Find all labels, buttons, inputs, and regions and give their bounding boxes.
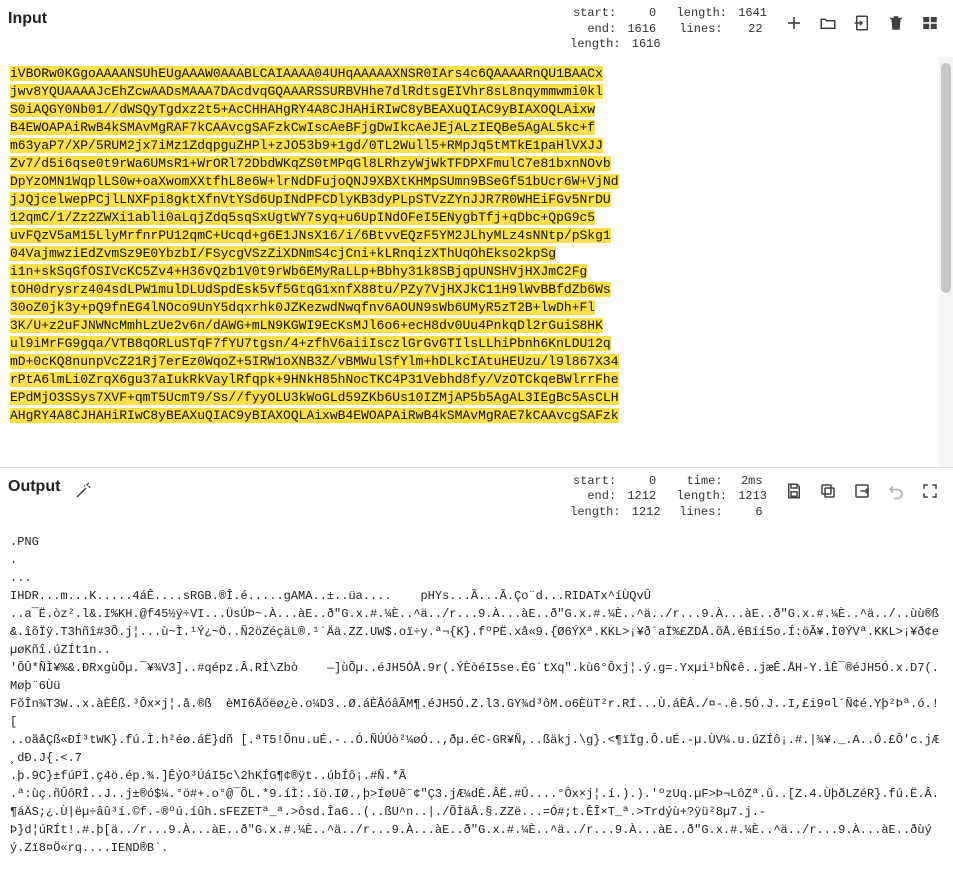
- save-icon: [785, 482, 803, 500]
- copy-button[interactable]: [813, 476, 843, 506]
- input-editor[interactable]: iVBORw0KGgoAAAANSUhEUgAAAW0AAABLCAIAAAA0…: [0, 57, 953, 467]
- open-folder-button[interactable]: [813, 8, 843, 38]
- input-line: jJQjcelwepPCjlLNXFpi8gktXfnVtYSd6UpINdPF…: [10, 191, 611, 209]
- file-import-icon: [853, 14, 871, 32]
- fullscreen-button[interactable]: [915, 476, 945, 506]
- input-title: Input: [8, 4, 47, 28]
- input-line: jwv8YQUAAAAJcEhZcwAADsMAAA7DAcdvqGQAAARS…: [10, 83, 603, 101]
- input-panel: Input start:0 end:1616 length:1616 lengt…: [0, 0, 953, 468]
- output-text: .PNG . ... IHDR...m...K.....4áÊ....sRGB.…: [10, 533, 943, 857]
- input-line: tOH0drysrz404sdLPW1mulDLUdSpdEsk5vf5GtqG…: [10, 281, 611, 299]
- input-line: iVBORw0KGgoAAAANSUhEUgAAAW0AAABLCAIAAAA0…: [10, 65, 603, 83]
- input-line: DpYzOMN1WqplLS0w+oaXwomXXtfhL8e6W+lrNdDF…: [10, 173, 619, 191]
- magic-wand-icon: [74, 482, 92, 500]
- input-line: AHgRY4A8CJHAHiRIwC8yBEAXuQIAC9yBIAXOQLAi…: [10, 407, 619, 425]
- output-stats: start:0 end:1212 length:1212 time:2ms le…: [570, 472, 767, 521]
- input-line: i1n+skSqGfOSIVcKC5Zv4+H36vQzb1V0t9rWb6EM…: [10, 263, 587, 281]
- grid-icon: [921, 14, 939, 32]
- input-line: ul9iMrFG9gqa/VTB8qORLuSTqF7fYU7tgsn/4+zf…: [10, 335, 611, 353]
- layout-button[interactable]: [915, 8, 945, 38]
- output-toolbar: [767, 472, 945, 506]
- input-line: S0iAQGY0Nb01//dWSQyTgdxz2t5+AcCHHAHgRY4A…: [10, 101, 595, 119]
- input-line: 04VajmwziEdZvmSz9E0YbzbI/FSycgVSzZiXDNmS…: [10, 245, 556, 263]
- input-line: B4EWOAPAiRwB4kSMAvMgRAF7kCAAvcgSAFzkCwIs…: [10, 119, 595, 137]
- input-toolbar: [767, 4, 945, 38]
- input-line: m63yaP7/XP/5RUM2jx7iMz1ZdqpguZHPl+zJO53b…: [10, 137, 603, 155]
- input-scrollbar-thumb[interactable]: [941, 63, 951, 293]
- output-viewer[interactable]: .PNG . ... IHDR...m...K.....4áÊ....sRGB.…: [0, 525, 953, 885]
- undo-button[interactable]: [881, 476, 911, 506]
- input-line: rPtA6lmLi0ZrqX6gu37aIukRkVaylRfqpk+9HNkH…: [10, 371, 619, 389]
- input-line: 3K/U+z2uFJNWNcMmhLzUe2v6n/dAWG+mLN9KGWI9…: [10, 317, 603, 335]
- output-titlebar: Output start:0 end:1212 length:1212 time…: [0, 468, 953, 525]
- input-line: 12qmC/1/Zz2ZWXi1abli0aLqjZdq5sqSxUgtWY7s…: [10, 209, 595, 227]
- input-line: 30oZ0jk3y+pQ9fnEG4lNOco9UnY5dqxrhk0JZKez…: [10, 299, 595, 317]
- input-line: uvFQzV5aM15LlyMrfnrPU12qmC+Ucqd+g6E1JNsX…: [10, 227, 611, 245]
- plus-icon: [785, 14, 803, 32]
- undo-icon: [887, 482, 905, 500]
- save-button[interactable]: [779, 476, 809, 506]
- file-import-button[interactable]: [847, 8, 877, 38]
- input-scrollbar[interactable]: [939, 57, 953, 467]
- export-button[interactable]: [847, 476, 877, 506]
- output-panel: Output start:0 end:1212 length:1212 time…: [0, 468, 953, 885]
- input-line: mD+0cKQ8nunpVcZ21Rj7erEz0WqoZ+5IRW1oXNB3…: [10, 353, 619, 371]
- copy-icon: [819, 482, 837, 500]
- trash-icon: [887, 14, 905, 32]
- clear-button[interactable]: [881, 8, 911, 38]
- input-stats: start:0 end:1616 length:1616 length:1641…: [570, 4, 767, 53]
- folder-open-icon: [819, 14, 837, 32]
- fullscreen-icon: [921, 482, 939, 500]
- magic-wand-button[interactable]: [70, 478, 96, 504]
- input-line: EPdMjO3SSys7XVF+qmT5UcmT9/Ss//fyyOLU3kWo…: [10, 389, 619, 407]
- output-title: Output: [8, 472, 60, 496]
- input-line: Zv7/d5i6qse0t9rWa6UMsR1+WrORl72DbdWKqZS0…: [10, 155, 611, 173]
- export-icon: [853, 482, 871, 500]
- input-titlebar: Input start:0 end:1616 length:1616 lengt…: [0, 0, 953, 57]
- add-button[interactable]: [779, 8, 809, 38]
